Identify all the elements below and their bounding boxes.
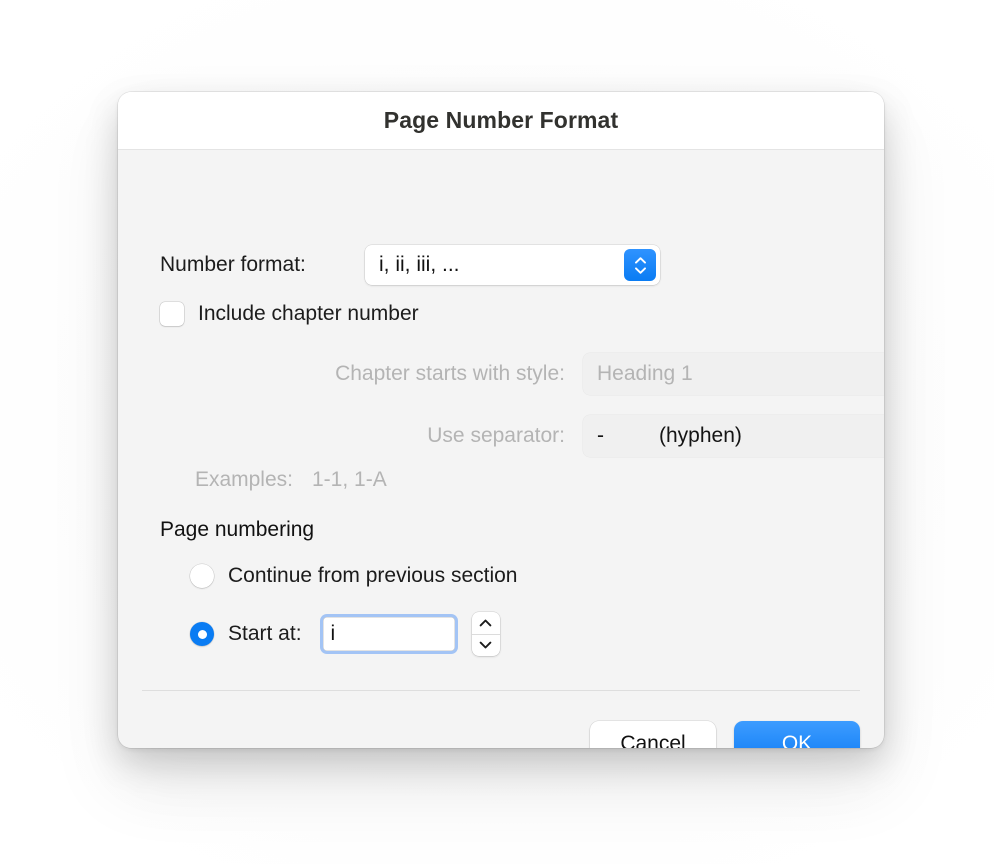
start-at-label: Start at:	[228, 622, 302, 645]
start-at-input[interactable]: i	[322, 617, 455, 651]
use-separator-popup-button[interactable]: - (hyphen)	[583, 415, 884, 457]
start-at-field-focus-ring: i	[319, 614, 458, 654]
examples-value: 1-1, 1-A	[312, 468, 387, 491]
number-format-value: i, ii, iii, ...	[379, 253, 460, 276]
chapter-style-popup-button[interactable]: Heading 1	[583, 353, 884, 395]
use-separator-label: Use separator:	[427, 424, 565, 447]
dialog-footer: Cancel OK	[590, 721, 860, 748]
page-number-format-dialog: Page Number Format Number format: i, ii,…	[118, 92, 884, 748]
number-format-row: Number format: i, ii, iii, ...	[160, 245, 660, 285]
cancel-button[interactable]: Cancel	[590, 721, 716, 748]
chapter-style-row: Chapter starts with style: Heading 1	[160, 353, 884, 395]
use-separator-row: Use separator: - (hyphen)	[160, 415, 884, 457]
start-at-row: Start at: i	[190, 612, 500, 656]
number-format-popup-button[interactable]: i, ii, iii, ...	[365, 245, 660, 285]
include-chapter-number-checkbox[interactable]	[160, 302, 184, 326]
stepper-decrement-button[interactable]	[472, 635, 500, 657]
examples-label: Examples:	[194, 468, 293, 491]
continue-from-previous-section-label: Continue from previous section	[228, 564, 518, 587]
footer-divider	[142, 690, 860, 691]
chapter-style-label: Chapter starts with style:	[335, 362, 565, 385]
examples-row: Examples: 1-1, 1-A	[160, 468, 387, 492]
number-format-label: Number format:	[160, 253, 306, 276]
use-separator-value: - (hyphen)	[583, 424, 884, 448]
dialog-body: Number format: i, ii, iii, ... Include c…	[118, 150, 884, 748]
use-separator-name: (hyphen)	[659, 424, 742, 447]
continue-from-previous-section-row[interactable]: Continue from previous section	[190, 564, 517, 588]
chapter-style-value: Heading 1	[597, 362, 693, 385]
chevron-down-icon	[479, 641, 492, 649]
continue-from-previous-section-radio[interactable]	[190, 564, 214, 588]
include-chapter-number-label: Include chapter number	[198, 302, 419, 325]
chevron-up-down-icon	[624, 249, 656, 281]
page-numbering-heading-label: Page numbering	[160, 518, 315, 541]
stepper-increment-button[interactable]	[471, 612, 500, 635]
start-at-value: i	[330, 622, 336, 645]
chevron-up-icon	[479, 619, 492, 627]
chevron-up-icon	[634, 256, 646, 264]
ok-button[interactable]: OK	[734, 721, 860, 748]
start-at-stepper[interactable]	[471, 612, 500, 657]
use-separator-symbol: -	[597, 424, 604, 447]
dialog-title: Page Number Format	[383, 107, 619, 133]
start-at-radio[interactable]	[190, 622, 214, 646]
include-chapter-number-row[interactable]: Include chapter number	[160, 302, 419, 326]
chevron-down-icon	[634, 266, 646, 274]
dialog-titlebar: Page Number Format	[118, 92, 884, 150]
page-numbering-section-heading: Page numbering	[160, 518, 314, 542]
